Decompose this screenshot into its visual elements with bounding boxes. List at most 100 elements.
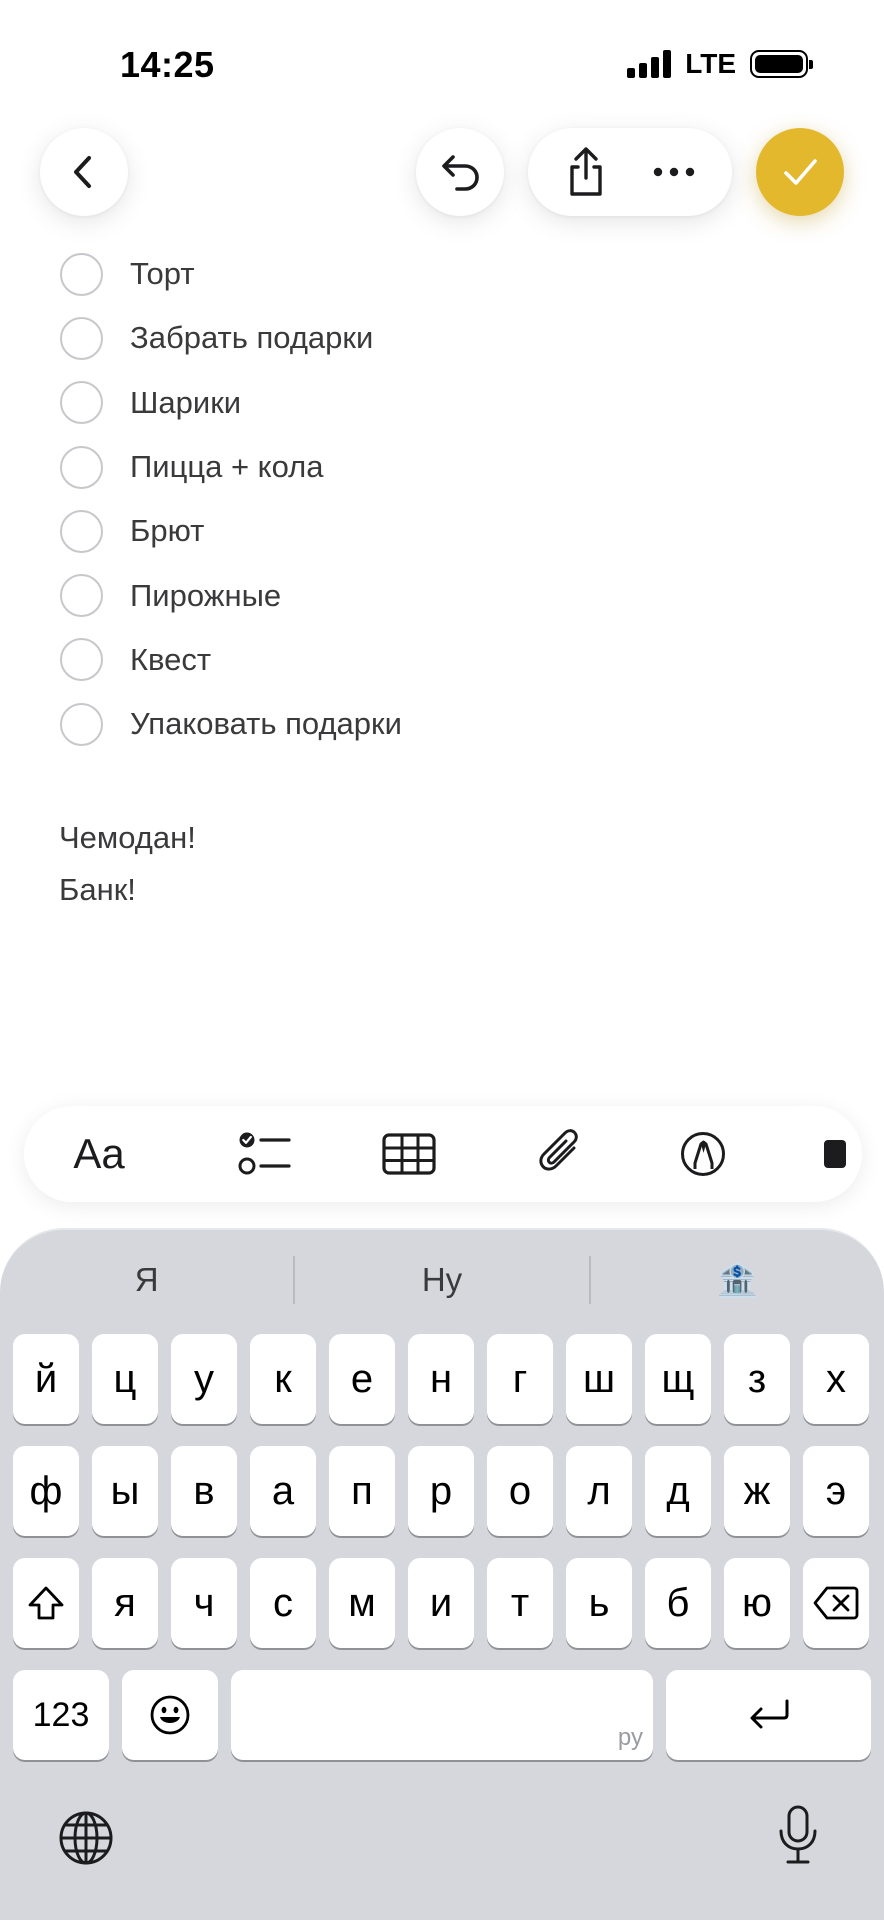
space-key[interactable]: ру bbox=[231, 1670, 653, 1760]
checkbox[interactable] bbox=[60, 509, 103, 553]
checklist-item: Шарики bbox=[60, 371, 840, 435]
key[interactable]: ш bbox=[566, 1334, 632, 1424]
dictation-button[interactable] bbox=[770, 1802, 826, 1868]
actions-pill bbox=[528, 128, 732, 216]
keyboard: Я Ну 🏦 й ц у к е н г ш щ з х ф ы в а п р… bbox=[0, 1228, 884, 1920]
keyboard-row-2: ф ы в а п р о л д ж э bbox=[0, 1446, 884, 1536]
key[interactable]: е bbox=[329, 1334, 395, 1424]
checklist-item-text[interactable]: Брют bbox=[130, 513, 204, 549]
key[interactable]: к bbox=[250, 1334, 316, 1424]
ellipsis-icon bbox=[653, 167, 695, 177]
key[interactable]: и bbox=[408, 1558, 474, 1648]
checklist-item-text[interactable]: Упаковать подарки bbox=[130, 706, 402, 742]
key[interactable]: г bbox=[487, 1334, 553, 1424]
key[interactable]: т bbox=[487, 1558, 553, 1648]
table-icon bbox=[382, 1133, 436, 1175]
checklist-icon bbox=[238, 1132, 291, 1175]
key[interactable]: о bbox=[487, 1446, 553, 1536]
chevron-left-icon bbox=[74, 156, 91, 188]
table-button[interactable] bbox=[374, 1106, 444, 1202]
keyboard-row-1: й ц у к е н г ш щ з х bbox=[0, 1334, 884, 1424]
key[interactable]: з bbox=[724, 1334, 790, 1424]
undo-button[interactable] bbox=[416, 128, 504, 216]
microphone-icon bbox=[779, 1805, 817, 1864]
key[interactable]: б bbox=[645, 1558, 711, 1648]
emoji-key[interactable] bbox=[122, 1670, 218, 1760]
key[interactable]: ч bbox=[171, 1558, 237, 1648]
checklist-item-text[interactable]: Забрать подарки bbox=[130, 320, 373, 356]
key[interactable]: й bbox=[13, 1334, 79, 1424]
status-indicators: LTE bbox=[627, 48, 813, 80]
checklist-item-text[interactable]: Квест bbox=[130, 642, 211, 678]
key[interactable]: ц bbox=[92, 1334, 158, 1424]
checkbox[interactable] bbox=[60, 316, 103, 360]
key[interactable]: э bbox=[803, 1446, 869, 1536]
suggestion-emoji[interactable]: 🏦 bbox=[591, 1261, 884, 1300]
note-line: Чемодан! bbox=[59, 820, 196, 855]
checkmark-icon bbox=[784, 159, 817, 185]
checklist-item-text[interactable]: Пирожные bbox=[130, 578, 281, 614]
checkbox[interactable] bbox=[60, 702, 103, 746]
suggestion[interactable]: Ну bbox=[295, 1261, 588, 1299]
key[interactable]: ф bbox=[13, 1446, 79, 1536]
more-format-button[interactable] bbox=[822, 1106, 862, 1202]
key[interactable]: а bbox=[250, 1446, 316, 1536]
status-time: 14:25 bbox=[120, 44, 215, 85]
note-line: Банк! bbox=[59, 872, 136, 907]
return-key[interactable] bbox=[666, 1670, 871, 1760]
backspace-key[interactable] bbox=[803, 1558, 869, 1648]
key[interactable]: ы bbox=[92, 1446, 158, 1536]
key[interactable]: ю bbox=[724, 1558, 790, 1648]
attachment-button[interactable] bbox=[526, 1106, 596, 1202]
share-button[interactable] bbox=[551, 137, 621, 207]
key[interactable]: н bbox=[408, 1334, 474, 1424]
checkbox[interactable] bbox=[60, 574, 103, 618]
backspace-icon bbox=[813, 1586, 859, 1620]
suggestion[interactable]: Я bbox=[0, 1261, 293, 1299]
attachment-icon bbox=[539, 1129, 578, 1171]
back-button[interactable] bbox=[40, 128, 128, 216]
key[interactable]: п bbox=[329, 1446, 395, 1536]
done-button[interactable] bbox=[756, 128, 844, 216]
checklist-item: Упаковать подарки bbox=[60, 692, 840, 756]
markup-icon bbox=[681, 1132, 725, 1176]
suggestion-bar: Я Ну 🏦 bbox=[0, 1230, 884, 1330]
more-tools-icon bbox=[824, 1140, 846, 1168]
globe-button[interactable] bbox=[56, 1808, 116, 1868]
key[interactable]: у bbox=[171, 1334, 237, 1424]
checklist: Торт Забрать подарки Шарики Пицца + кола… bbox=[60, 242, 840, 756]
checklist-button[interactable] bbox=[230, 1106, 300, 1202]
keyboard-row-4: 123 ру bbox=[0, 1670, 884, 1760]
key[interactable]: х bbox=[803, 1334, 869, 1424]
checklist-item-text[interactable]: Шарики bbox=[130, 385, 241, 421]
checkbox[interactable] bbox=[60, 638, 103, 682]
key[interactable]: я bbox=[92, 1558, 158, 1648]
key[interactable]: м bbox=[329, 1558, 395, 1648]
key[interactable]: с bbox=[250, 1558, 316, 1648]
key[interactable]: д bbox=[645, 1446, 711, 1536]
signal-icon bbox=[627, 50, 672, 78]
return-icon bbox=[750, 1699, 788, 1729]
note-toolbar bbox=[0, 120, 884, 230]
key[interactable]: л bbox=[566, 1446, 632, 1536]
key[interactable]: ь bbox=[566, 1558, 632, 1648]
key[interactable]: ж bbox=[724, 1446, 790, 1536]
checkbox[interactable] bbox=[60, 445, 103, 489]
key[interactable]: щ bbox=[645, 1334, 711, 1424]
checkbox[interactable] bbox=[60, 381, 103, 425]
key[interactable]: в bbox=[171, 1446, 237, 1536]
status-bar: 14:25 LTE bbox=[0, 0, 884, 120]
markup-button[interactable] bbox=[668, 1106, 738, 1202]
share-icon bbox=[570, 147, 602, 196]
emoji-icon bbox=[150, 1695, 190, 1735]
numbers-key[interactable]: 123 bbox=[13, 1670, 109, 1760]
checklist-item: Квест bbox=[60, 628, 840, 692]
key[interactable]: р bbox=[408, 1446, 474, 1536]
text-style-button[interactable]: Aa bbox=[54, 1106, 144, 1202]
more-button[interactable] bbox=[639, 137, 709, 207]
checkbox[interactable] bbox=[60, 252, 103, 296]
shift-key[interactable] bbox=[13, 1558, 79, 1648]
checklist-item-text[interactable]: Пицца + кола bbox=[130, 449, 323, 485]
note-body[interactable]: Чемодан! Банк! bbox=[59, 812, 196, 916]
checklist-item-text[interactable]: Торт bbox=[130, 256, 195, 292]
